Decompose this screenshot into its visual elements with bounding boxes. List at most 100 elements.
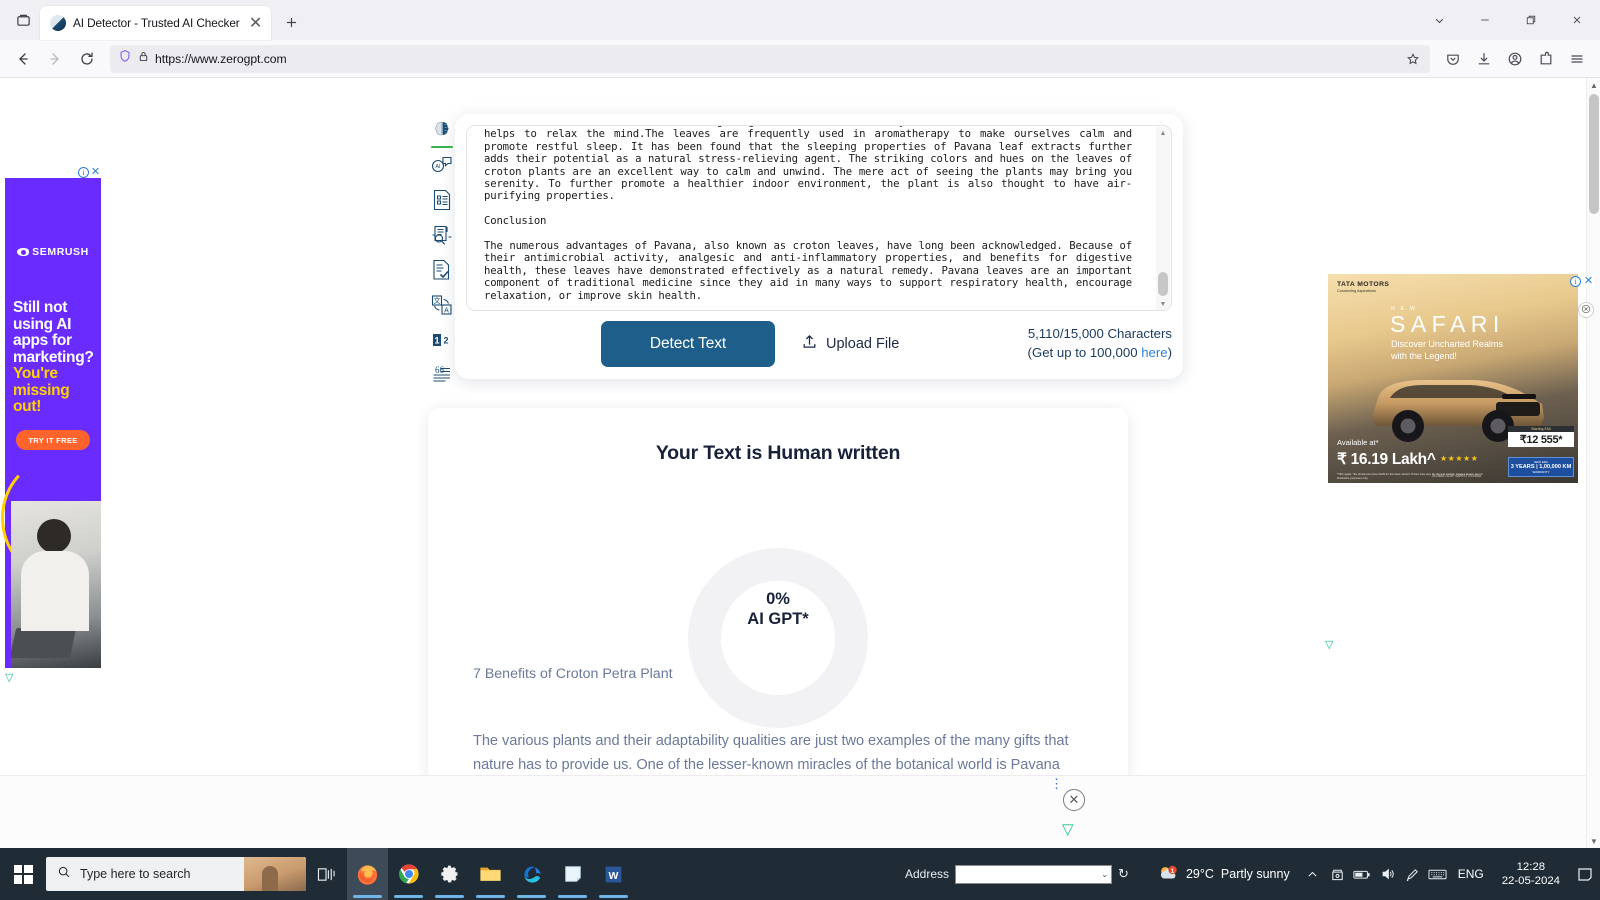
ad-right-mute-button[interactable] [1578,302,1594,318]
windows-taskbar: Type here to search W Address ⌄ ↻ 1 29°C… [0,848,1600,900]
ad-headline-line-1: Still not [13,299,68,316]
address-toolbar-input[interactable]: ⌄ [955,864,1113,884]
chrome-icon[interactable] [388,848,429,900]
sticky-notes-icon[interactable] [552,848,593,900]
close-window-button[interactable] [1554,0,1600,40]
ai-detector-tool-card: AI 文 A 1 2 66 helps to relax the mind.Th… [431,114,1183,382]
ad-left-semrush[interactable]: i ✕ SEMRUSH Still not using AI apps for … [1,167,109,668]
bookmark-star-icon[interactable] [1400,47,1426,71]
page-scroll-down-icon[interactable]: ▼ [1587,834,1600,848]
svg-text:1: 1 [1171,868,1175,875]
ad-right-tata-safari[interactable]: TATA MOTORS Connecting Aspirations N E W… [1328,274,1578,483]
text-input-area[interactable]: croton leaves have a mild and relaxing f… [466,125,1172,311]
grammar-check-icon[interactable] [429,257,455,283]
ad-left-cta-button[interactable]: TRY IT FREE [16,430,90,450]
clock-widget[interactable]: 12:28 22-05-2024 [1492,860,1570,888]
safari-title: SAFARI [1390,311,1505,337]
editor-scrollbar[interactable]: ▲ ▼ [1156,127,1170,310]
upload-file-button[interactable]: Upload File [801,333,899,354]
reload-button[interactable] [72,44,102,74]
plagiarism-checker-icon[interactable] [429,222,455,248]
ad-close-icon[interactable]: ✕ [90,167,101,178]
onedrive-icon[interactable] [1325,848,1350,900]
sticky-bottom-ad[interactable]: ⋮ ✕ ▽ [0,775,1586,848]
ai-detector-brain-icon[interactable] [429,117,455,148]
action-center-icon[interactable] [1570,848,1600,900]
page-viewport: i ✕ SEMRUSH Still not using AI apps for … [0,78,1600,848]
tata-brand-tagline: Connecting Aspirations [1337,289,1376,294]
character-upgrade-text: (Get up to 100,000 here) [1028,343,1172,362]
adchoices-info-icon-right[interactable]: i [1570,276,1581,287]
file-explorer-icon[interactable] [470,848,511,900]
weather-widget[interactable]: 1 29°C Partly sunny [1147,848,1300,900]
upgrade-link[interactable]: here [1141,345,1167,360]
maximize-restore-button[interactable] [1508,0,1554,40]
windows-start-icon[interactable] [0,848,46,900]
browser-tab[interactable]: AI Detector - Trusted AI Checker ✕ [40,6,271,40]
extensions-icon[interactable] [1531,44,1561,74]
editor-scroll-up-icon[interactable]: ▲ [1156,127,1170,140]
ad-close-icon-right[interactable]: ✕ [1583,276,1594,287]
editor-content[interactable]: croton leaves have a mild and relaxing f… [484,126,1132,310]
ad-headline-line-2: using AI [13,315,72,333]
upgrade-pre: (Get up to 100,000 [1027,345,1142,360]
downloads-icon[interactable] [1469,44,1499,74]
firefox-icon[interactable] [347,848,388,900]
detect-text-button[interactable]: Detect Text [601,321,775,367]
adchoices-info-icon[interactable]: i [78,167,89,178]
pen-icon[interactable] [1400,848,1425,900]
freestar-logo-sticky: ▽ [1062,821,1074,838]
ad-right-badges: i ✕ [1570,276,1594,287]
safari-ncap-text: GLOBAL NCAP SAFEST IN INDIA [1432,474,1482,478]
page-scroll-up-icon[interactable]: ▲ [1587,78,1600,92]
safari-subtitle: Discover Uncharted Realms with the Legen… [1391,338,1566,362]
svg-text:A: A [444,308,449,315]
minimize-button[interactable] [1462,0,1508,40]
safari-emi-box: Starting EMI ₹12 555* [1508,426,1574,447]
edge-icon[interactable] [511,848,552,900]
editor-scroll-thumb[interactable] [1158,272,1168,296]
page-scroll-thumb[interactable] [1589,94,1599,214]
chevron-down-icon[interactable]: ⌄ [1101,870,1108,879]
address-toolbar-label: Address [905,867,950,881]
close-icon[interactable]: ✕ [247,14,265,32]
ai-chat-icon[interactable]: AI [429,152,455,178]
shield-icon[interactable] [118,49,132,68]
url-text: https://www.zerogpt.com [155,51,287,66]
app-menu-icon[interactable] [1562,44,1592,74]
task-view-icon[interactable] [306,848,347,900]
sticky-ad-close-icon[interactable]: ✕ [1063,789,1085,811]
safari-safety-stars: ★★★★★ [1440,454,1479,463]
keyboard-icon[interactable] [1425,848,1450,900]
semrush-logo: SEMRUSH [5,246,101,258]
chevron-down-icon[interactable] [1416,0,1462,40]
language-indicator[interactable]: ENG [1450,867,1492,881]
character-count-text: 5,110/15,000 Characters [1027,326,1172,341]
forward-button[interactable] [40,44,70,74]
pocket-save-icon[interactable] [1438,44,1468,74]
account-icon[interactable] [1500,44,1530,74]
back-button[interactable] [8,44,38,74]
word-icon[interactable]: W [593,848,634,900]
tata-motors-logo: TATA MOTORS Connecting Aspirations [1337,281,1389,294]
search-input[interactable]: Type here to search [46,857,306,891]
tab-title: AI Detector - Trusted AI Checker [73,16,240,30]
battery-icon[interactable] [1350,848,1375,900]
settings-gear-icon[interactable] [429,848,470,900]
freestar-logo-left: ▽ [5,672,14,684]
ad-options-dots-icon[interactable]: ⋮ [1050,777,1063,790]
translator-icon[interactable]: 文 A [429,292,455,318]
volume-icon[interactable] [1375,848,1400,900]
summarizer-icon[interactable] [429,187,455,213]
address-bar[interactable]: https://www.zerogpt.com [110,44,1430,73]
word-counter-icon[interactable]: 1 2 [429,327,455,353]
tab-list-button[interactable] [6,3,40,37]
page-scrollbar[interactable]: ▲ ▼ [1586,78,1600,848]
chevron-up-icon[interactable] [1300,848,1325,900]
refresh-icon[interactable]: ↻ [1118,866,1129,882]
new-tab-button[interactable] [277,7,307,37]
citation-icon[interactable]: 66 [429,362,455,388]
editor-scroll-down-icon[interactable]: ▼ [1156,298,1170,310]
lock-icon[interactable] [137,50,150,68]
result-verdict: Your Text is Human written [655,442,901,464]
